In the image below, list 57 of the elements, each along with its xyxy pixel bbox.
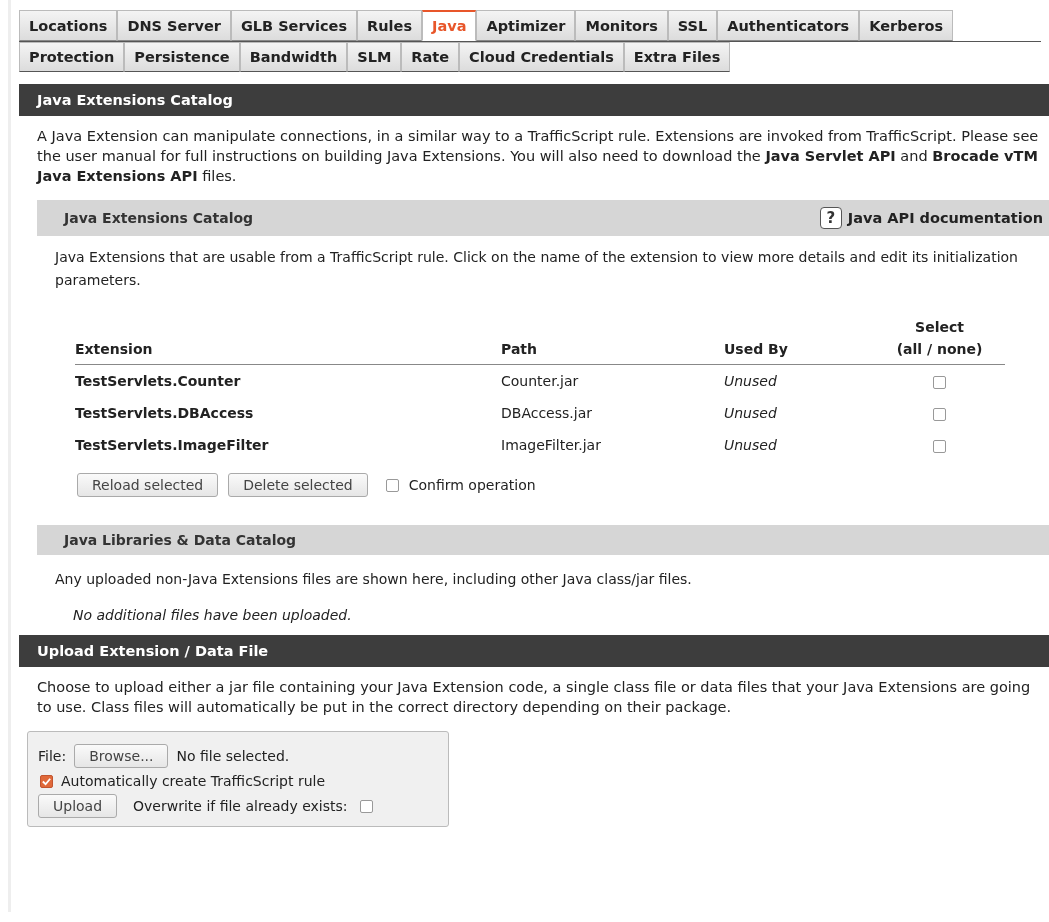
tab[interactable]: SLM xyxy=(347,42,402,72)
table-cell: Unused xyxy=(724,405,777,421)
tab[interactable]: Cloud Credentials xyxy=(459,42,624,72)
table-cell: ImageFilter.jar xyxy=(501,437,601,453)
row-checkbox[interactable] xyxy=(933,407,946,421)
intro-text: A Java Extension can manipulate connections, in a similar way to a TrafficScript rule. Extensions are invoked from TrafficScript. Please see the user manual for full instructions on building Java Extensions. You will also need to download the Java Servlet API and Brocade vTM Java Extensions API files. xyxy=(37,127,1040,186)
row-checkbox[interactable] xyxy=(933,439,946,453)
file-status: No file selected. xyxy=(176,748,290,764)
select-all-none-link[interactable]: (all / none) xyxy=(874,338,1005,360)
column-header: Extension xyxy=(75,316,501,365)
section-header: Upload Extension / Data File xyxy=(19,635,1049,667)
panel-description: Java Extensions that are usable from a TrafficScript rule. Click on the name of the extension to view more details and edit its initialization parameters. xyxy=(55,248,1019,290)
panel-title: Java Extensions Catalog xyxy=(64,210,254,226)
extension-link[interactable]: TestServlets.Counter xyxy=(75,373,241,389)
tab[interactable]: Protection xyxy=(19,42,125,72)
upload-button[interactable]: Upload xyxy=(38,794,118,818)
intro-text: Choose to upload either a jar file containing your Java Extension code, a single class file or data files that your Java Extensions are going to use. Class files will automatically be put in the correct directory depending on their package. xyxy=(37,678,1032,717)
tab[interactable]: Locations xyxy=(19,10,118,41)
browse-button[interactable]: Browse... xyxy=(74,744,169,768)
table-cell: Unused xyxy=(724,373,777,389)
tab[interactable]: Java xyxy=(422,10,477,41)
checkbox-label: Automatically create TrafficScript rule xyxy=(61,773,326,789)
tab[interactable]: Extra Files xyxy=(623,42,731,72)
table-cell: DBAccess.jar xyxy=(501,405,592,421)
tab[interactable]: Bandwidth xyxy=(239,42,348,72)
extension-link[interactable]: TestServlets.ImageFilter xyxy=(75,437,269,453)
action-button[interactable]: Reload selected xyxy=(77,473,219,497)
auto-rule-checkbox[interactable] xyxy=(40,774,53,788)
tab[interactable]: Aptimizer xyxy=(476,10,576,41)
tab[interactable]: Kerberos xyxy=(859,10,954,41)
tab[interactable]: DNS Server xyxy=(117,10,231,41)
tab[interactable]: Rate xyxy=(401,42,460,72)
field-label: File: xyxy=(38,748,67,764)
table-cell: Counter.jar xyxy=(501,373,579,389)
panel-description: Any uploaded non-Java Extensions files are shown here, including other Java class/jar files. xyxy=(55,571,693,587)
column-header: Used By xyxy=(724,316,874,365)
action-button[interactable]: Delete selected xyxy=(228,473,368,497)
tab[interactable]: SSL xyxy=(667,10,718,41)
tab[interactable]: Persistence xyxy=(124,42,240,72)
confirm-checkbox[interactable] xyxy=(385,478,399,492)
tab[interactable]: Monitors xyxy=(575,10,668,41)
tab[interactable]: Authenticators xyxy=(717,10,860,41)
column-header: Select xyxy=(914,318,965,337)
panel-title: Java Libraries & Data Catalog xyxy=(64,532,297,548)
extension-link[interactable]: TestServlets.DBAccess xyxy=(75,405,254,421)
documentation-link[interactable]: Java API documentation xyxy=(847,210,1043,226)
table-cell: Unused xyxy=(724,437,777,453)
tab[interactable]: GLB Services xyxy=(230,10,358,41)
checkbox-label: Confirm operation xyxy=(408,477,536,493)
row-checkbox[interactable] xyxy=(933,375,946,389)
help-icon[interactable]: ? xyxy=(819,207,842,229)
section-header: Java Extensions Catalog xyxy=(19,84,1049,116)
column-header: Path xyxy=(501,316,724,365)
checkbox-label: Overwrite if file already exists: xyxy=(133,798,348,814)
tab[interactable]: Rules xyxy=(357,10,423,41)
overwrite-checkbox[interactable] xyxy=(359,799,373,813)
empty-note: No additional files have been uploaded. xyxy=(73,607,353,623)
